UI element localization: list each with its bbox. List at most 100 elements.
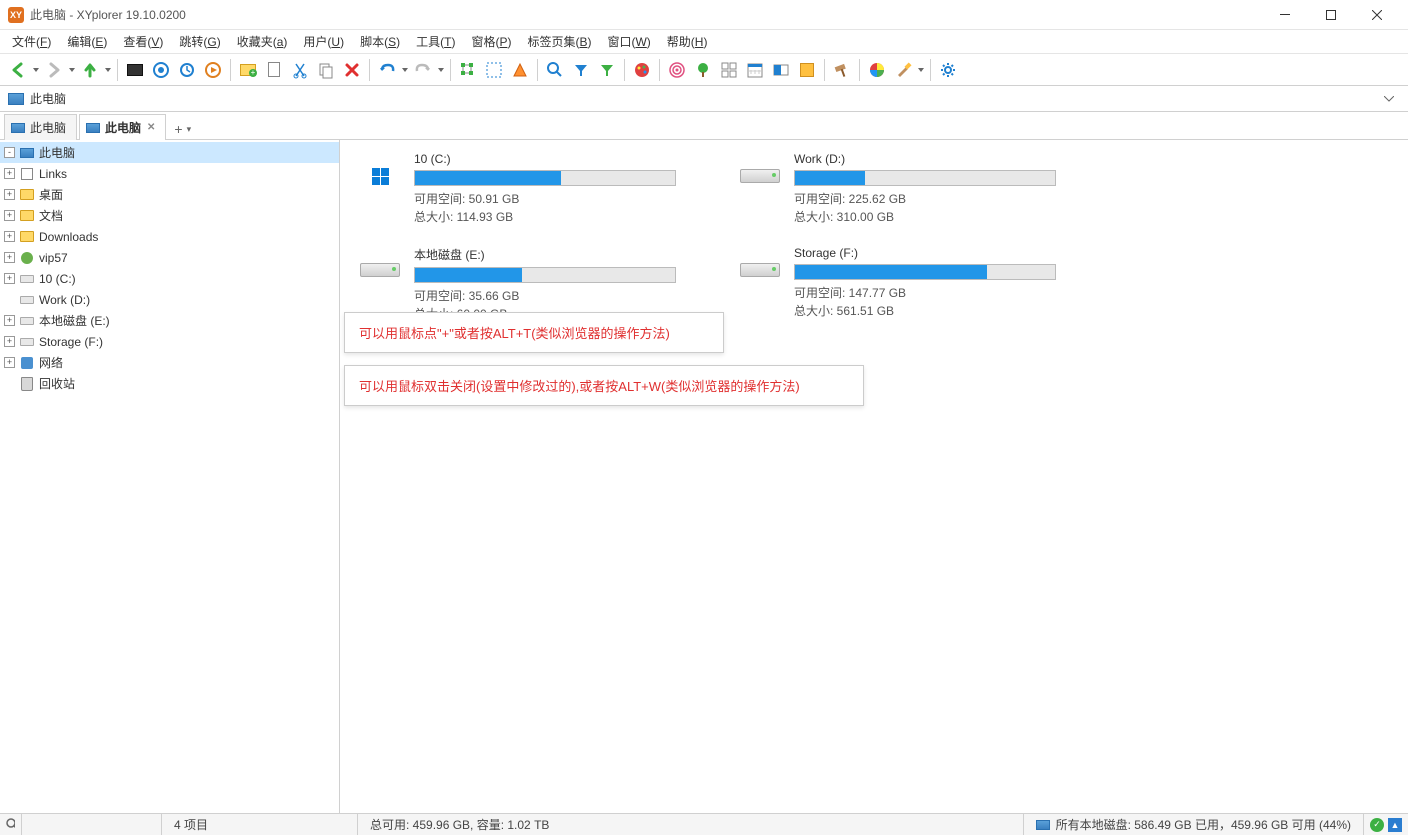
content-pane[interactable]: 10 (C:)可用空间: 50.91 GB总大小: 114.93 GB Work … [340, 140, 1408, 813]
tab-0[interactable]: 此电脑 [4, 114, 77, 140]
search-icon[interactable] [543, 58, 567, 82]
address-text[interactable]: 此电脑 [30, 90, 1378, 107]
redo-icon[interactable] [411, 58, 435, 82]
link-icon [19, 166, 35, 182]
forward-dropdown[interactable] [68, 68, 76, 72]
new-file-icon[interactable] [262, 58, 286, 82]
undo-icon[interactable] [375, 58, 399, 82]
drive-usage-bar [414, 170, 676, 186]
menu-t[interactable]: 工具(T) [408, 31, 463, 52]
delete-icon[interactable] [340, 58, 364, 82]
tree-expander[interactable]: + [4, 231, 15, 242]
tree-expander[interactable]: + [4, 315, 15, 326]
split-icon[interactable] [769, 58, 793, 82]
tree-green-icon[interactable] [691, 58, 715, 82]
hdd-icon [740, 169, 780, 183]
tree-expander[interactable]: + [4, 252, 15, 263]
address-bar[interactable]: 此电脑 [0, 86, 1408, 112]
tree-item-11[interactable]: 回收站 [0, 373, 339, 394]
status-up-icon[interactable]: ▲ [1388, 818, 1402, 832]
tab-close-icon[interactable]: ✕ [147, 122, 155, 133]
menu-u[interactable]: 用户(U) [295, 31, 352, 52]
monitor-icon[interactable] [123, 58, 147, 82]
tab-label: 此电脑 [105, 119, 141, 136]
tree-item-7[interactable]: Work (D:) [0, 289, 339, 310]
tree-label: 文档 [39, 207, 63, 224]
status-ok-icon[interactable]: ✓ [1370, 818, 1384, 832]
tree-label: 回收站 [39, 375, 75, 392]
back-dropdown[interactable] [32, 68, 40, 72]
status-search-icon[interactable] [0, 814, 22, 835]
tree-view-icon[interactable] [456, 58, 480, 82]
tree-item-3[interactable]: + 文档 [0, 205, 339, 226]
minimize-button[interactable] [1262, 0, 1308, 30]
brush-dropdown[interactable] [917, 68, 925, 72]
tree-item-4[interactable]: +Downloads [0, 226, 339, 247]
tree-expander[interactable]: + [4, 210, 15, 221]
up-dropdown[interactable] [104, 68, 112, 72]
spiral-icon[interactable] [665, 58, 689, 82]
tree-expander[interactable]: + [4, 189, 15, 200]
settings-icon[interactable] [936, 58, 960, 82]
tab-add-button[interactable]: +▾ [168, 119, 197, 139]
menu-s[interactable]: 脚本(S) [352, 31, 408, 52]
back-button[interactable] [6, 58, 30, 82]
grid-icon[interactable] [717, 58, 741, 82]
folder-tree[interactable]: -此电脑+Links+桌面+文档+Downloads+vip57+10 (C:)… [0, 140, 340, 813]
tree-item-8[interactable]: +本地磁盘 (E:) [0, 310, 339, 331]
target-icon[interactable] [149, 58, 173, 82]
menu-b[interactable]: 标签页集(B) [519, 31, 599, 52]
menu-a[interactable]: 收藏夹(a) [229, 31, 296, 52]
note-icon[interactable] [795, 58, 819, 82]
address-dropdown[interactable] [1378, 96, 1400, 102]
tree-item-5[interactable]: +vip57 [0, 247, 339, 268]
tree-item-0[interactable]: -此电脑 [0, 142, 339, 163]
tree-label: Links [39, 167, 67, 181]
up-button[interactable] [78, 58, 102, 82]
select-icon[interactable] [482, 58, 506, 82]
tree-item-6[interactable]: +10 (C:) [0, 268, 339, 289]
tree-item-10[interactable]: +网络 [0, 352, 339, 373]
menu-h[interactable]: 帮助(H) [659, 31, 716, 52]
toolbar: + [0, 54, 1408, 86]
pc-icon [19, 145, 35, 161]
tree-item-9[interactable]: +Storage (F:) [0, 331, 339, 352]
hammer-icon[interactable] [830, 58, 854, 82]
menu-e[interactable]: 编辑(E) [59, 31, 115, 52]
redo-dropdown[interactable] [437, 68, 445, 72]
filter-green-icon[interactable] [595, 58, 619, 82]
copy-icon[interactable] [314, 58, 338, 82]
tree-item-1[interactable]: + Links [0, 163, 339, 184]
new-folder-icon[interactable]: + [236, 58, 260, 82]
disk-icon [1036, 820, 1050, 830]
play-icon[interactable] [201, 58, 225, 82]
tree-expander[interactable]: + [4, 273, 15, 284]
tree-expander[interactable]: + [4, 336, 15, 347]
tree-expander[interactable]: + [4, 357, 15, 368]
maximize-button[interactable] [1308, 0, 1354, 30]
menu-v[interactable]: 查看(V) [115, 31, 171, 52]
filter-icon[interactable] [569, 58, 593, 82]
calendar-icon[interactable] [743, 58, 767, 82]
pizza-icon[interactable] [508, 58, 532, 82]
close-button[interactable] [1354, 0, 1400, 30]
drive-free-text: 可用空间: 35.66 GB [414, 287, 676, 305]
brush-icon[interactable] [891, 58, 915, 82]
tree-expander[interactable]: + [4, 168, 15, 179]
tree-item-2[interactable]: +桌面 [0, 184, 339, 205]
forward-button[interactable] [42, 58, 66, 82]
menu-g[interactable]: 跳转(G) [171, 31, 228, 52]
palette-icon[interactable] [630, 58, 654, 82]
menu-f[interactable]: 文件(F) [4, 31, 59, 52]
cut-icon[interactable] [288, 58, 312, 82]
color-wheel-icon[interactable] [865, 58, 889, 82]
drive-card-0[interactable]: 10 (C:)可用空间: 50.91 GB总大小: 114.93 GB [356, 152, 676, 226]
menu-p[interactable]: 窗格(P) [463, 31, 519, 52]
tree-expander[interactable]: - [4, 147, 15, 158]
tab-1[interactable]: 此电脑 ✕ [79, 114, 166, 140]
refresh-icon[interactable] [175, 58, 199, 82]
drive-card-3[interactable]: Storage (F:)可用空间: 147.77 GB总大小: 561.51 G… [736, 246, 1056, 323]
drive-card-1[interactable]: Work (D:)可用空间: 225.62 GB总大小: 310.00 GB [736, 152, 1056, 226]
menu-w[interactable]: 窗口(W) [599, 31, 658, 52]
undo-dropdown[interactable] [401, 68, 409, 72]
